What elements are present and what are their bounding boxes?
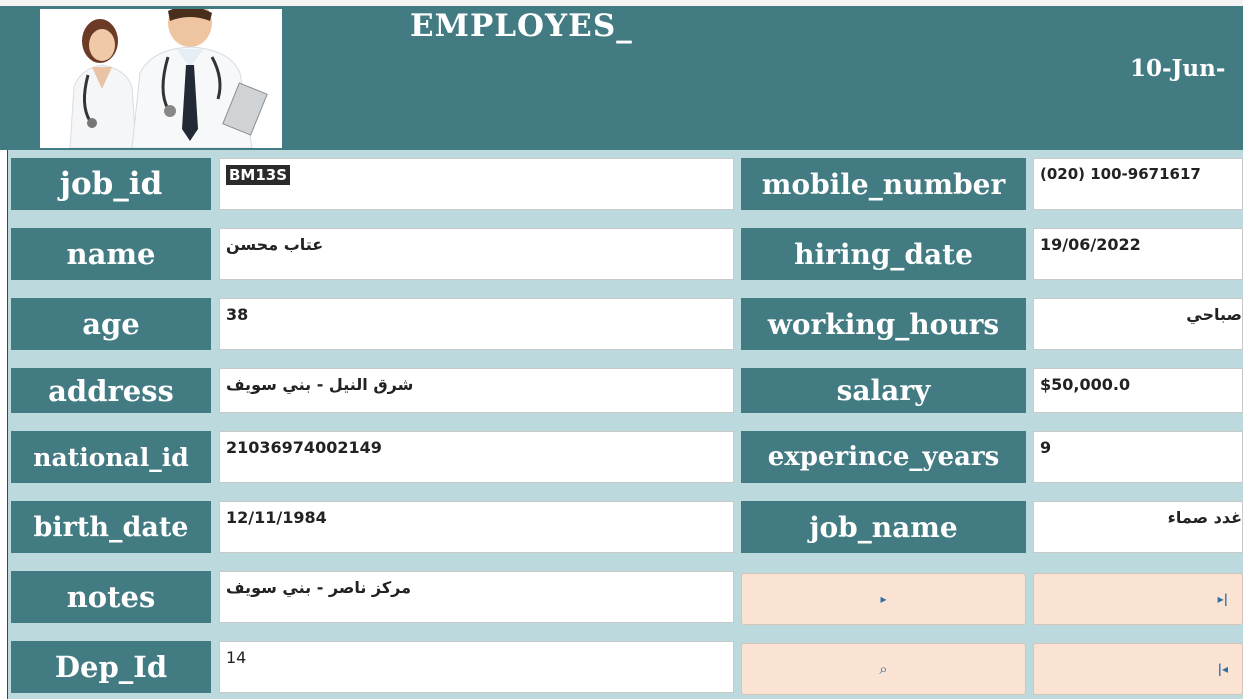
age-label: age [11, 298, 211, 350]
job-name-field[interactable]: غدد صماء [1033, 501, 1243, 553]
hiring-date-value: 19/06/2022 [1040, 235, 1141, 254]
experince-years-value: 9 [1040, 438, 1052, 457]
working-hours-value: صباحي [1186, 305, 1242, 324]
birth-date-field[interactable]: 12/11/1984 [219, 501, 734, 553]
job-id-label: job_id [11, 158, 211, 210]
job-id-field[interactable]: BM13S [219, 158, 734, 210]
next-record-button[interactable]: ▸ [741, 573, 1026, 625]
name-label: name [11, 228, 211, 280]
address-label: address [11, 368, 211, 413]
hiring-date-field[interactable]: 19/06/2022 [1033, 228, 1243, 280]
last-record-button[interactable]: ▸| [1033, 573, 1243, 625]
age-field[interactable]: 38 [219, 298, 734, 350]
birth-date-value: 12/11/1984 [226, 508, 327, 527]
national-id-label: national_id [11, 431, 211, 483]
address-field[interactable]: شرق النيل - بني سويف [219, 368, 734, 413]
next-record-icon: ▸ [880, 592, 887, 606]
hiring-date-label: hiring_date [741, 228, 1026, 280]
first-record-button[interactable]: |◂ [1033, 643, 1243, 695]
experince-years-field[interactable]: 9 [1033, 431, 1243, 483]
form-left-border [7, 150, 8, 699]
national-id-field[interactable]: 21036974002149 [219, 431, 734, 483]
search-icon: ⌕ [879, 660, 888, 678]
notes-field[interactable]: مركز ناصر - بني سويف [219, 571, 734, 623]
doctors-photo [40, 9, 282, 148]
search-button[interactable]: ⌕ [741, 643, 1026, 695]
working-hours-field[interactable]: صباحي [1033, 298, 1243, 350]
dep-id-field[interactable]: 14 [219, 641, 734, 693]
salary-field[interactable]: $50,000.0 [1033, 368, 1243, 413]
notes-value: مركز ناصر - بني سويف [226, 578, 412, 597]
dep-id-value: 14 [226, 648, 247, 667]
form-title: EMPLOYES_ [410, 8, 633, 44]
current-date: 10-Jun- [1130, 55, 1226, 82]
job-id-value: BM13S [226, 165, 291, 185]
birth-date-label: birth_date [11, 501, 211, 553]
first-record-icon: |◂ [1217, 662, 1228, 676]
mobile-number-label: mobile_number [741, 158, 1026, 210]
name-field[interactable]: عتاب محسن [219, 228, 734, 280]
age-value: 38 [226, 305, 249, 324]
last-record-icon: ▸| [1217, 592, 1228, 606]
address-value: شرق النيل - بني سويف [226, 375, 414, 394]
dep-id-label: Dep_Id [11, 641, 211, 693]
job-name-label: job_name [741, 501, 1026, 553]
name-value: عتاب محسن [226, 235, 324, 254]
salary-label: salary [741, 368, 1026, 413]
working-hours-label: working_hours [741, 298, 1026, 350]
job-name-value: غدد صماء [1167, 508, 1242, 527]
notes-label: notes [11, 571, 211, 623]
salary-value: $50,000.0 [1040, 375, 1131, 394]
national-id-value: 21036974002149 [226, 438, 382, 457]
mobile-number-field[interactable]: (020) 100-9671617 [1033, 158, 1243, 210]
experince-years-label: experince_years [741, 431, 1026, 483]
mobile-number-value: (020) 100-9671617 [1040, 165, 1201, 183]
